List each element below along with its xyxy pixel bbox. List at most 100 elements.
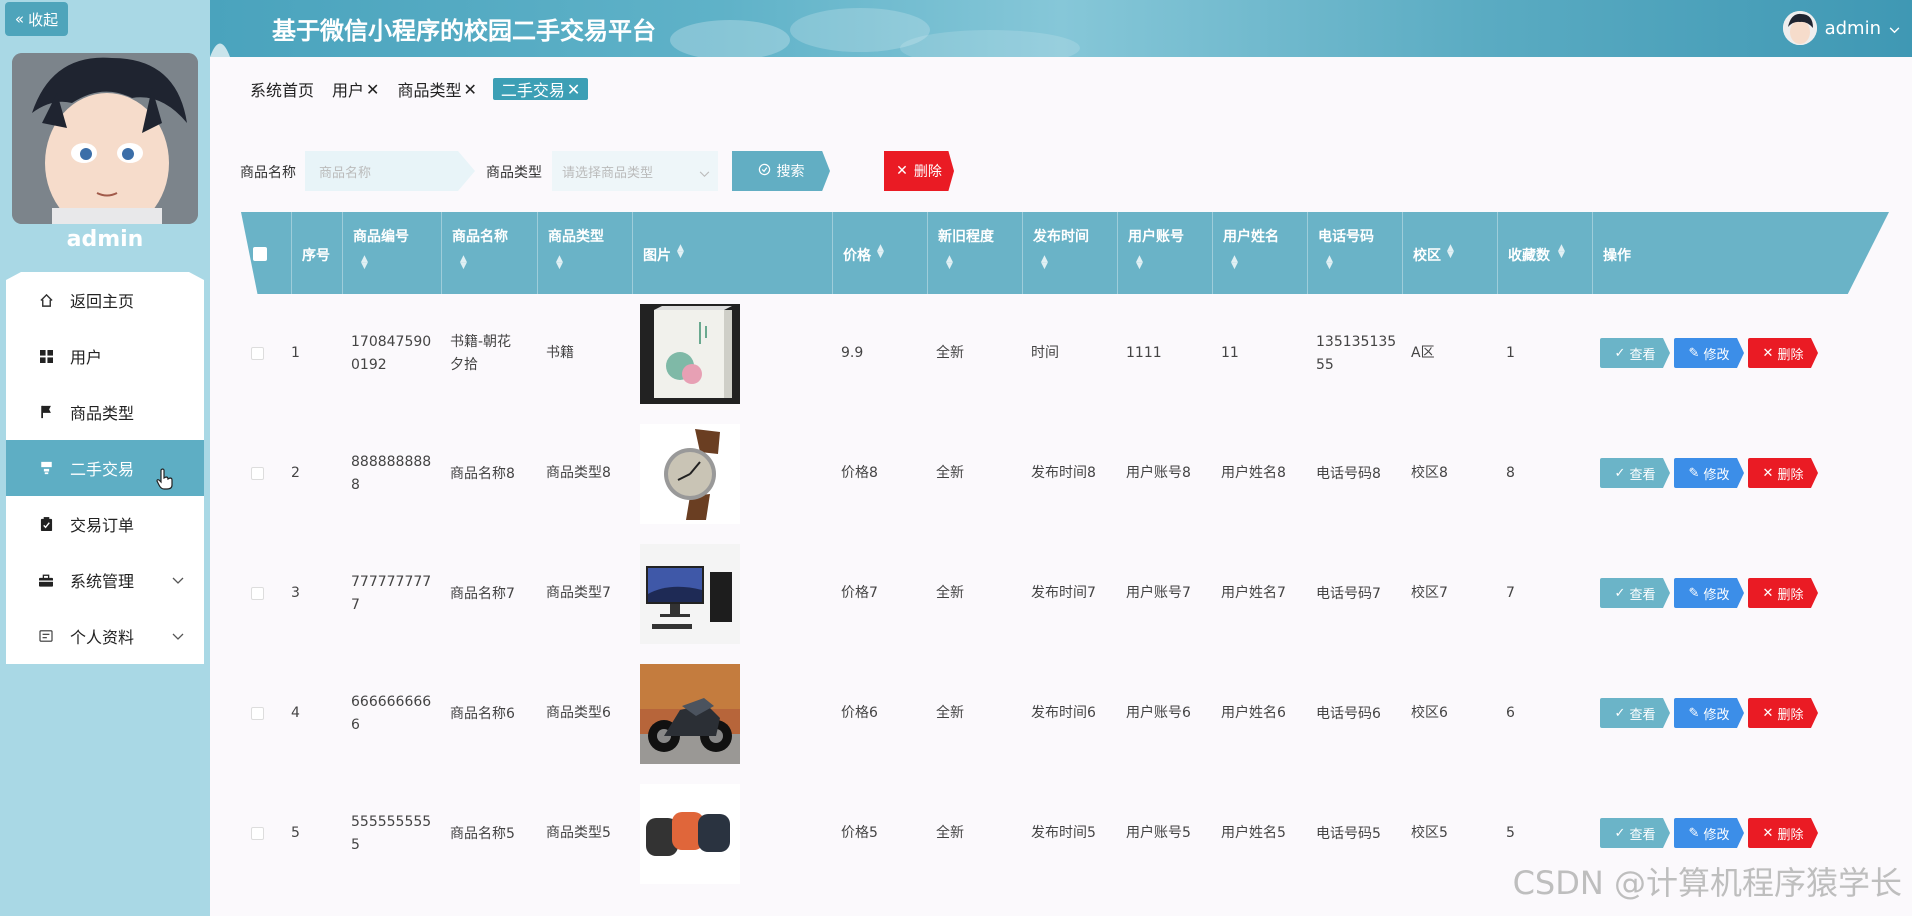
product-name-cell: 商品名称5 (450, 825, 515, 842)
sidebar-item-second-hand-trade[interactable]: 二手交易 (6, 440, 204, 496)
card-icon (38, 628, 54, 644)
sort-icon[interactable]: ▲ ▼ (1558, 244, 1565, 260)
product-name-input[interactable]: 商品名称 (305, 151, 475, 191)
double-chevron-left-icon: « (14, 10, 25, 28)
sidebar-item-users[interactable]: 用户 (6, 328, 204, 384)
product-type-select[interactable]: 请选择商品类型 (552, 151, 718, 191)
edit-button[interactable]: ✎ 修改 (1674, 578, 1744, 608)
chevron-down-icon (172, 626, 184, 645)
column-header[interactable]: 价格 ▲ ▼ (832, 212, 927, 294)
avatar (1782, 11, 1817, 45)
column-header[interactable]: 商品名称 ▲ ▼ (441, 212, 537, 294)
close-icon: ✕ (1762, 585, 1774, 601)
delete-button[interactable]: ✕ 删除 (1748, 578, 1818, 608)
view-button[interactable]: ✓ 查看 (1600, 578, 1670, 608)
column-header: 操作 (1592, 212, 1889, 294)
tab-home[interactable]: 系统首页 (248, 78, 316, 100)
sort-icon[interactable]: ▲ ▼ (361, 255, 368, 271)
search-button[interactable]: 搜索 (732, 151, 830, 191)
row-checkbox[interactable] (251, 587, 264, 600)
pencil-icon: ✎ (1688, 345, 1700, 361)
column-header[interactable]: 商品编号 ▲ ▼ (342, 212, 441, 294)
check-icon: ✓ (1614, 465, 1626, 481)
condition-cell: 全新 (936, 345, 964, 361)
favorites-cell: 7 (1506, 585, 1515, 601)
sort-icon[interactable]: ▲ ▼ (556, 255, 563, 271)
phone-cell: 电话号码7 (1316, 585, 1381, 602)
product-type-cell: 商品类型5 (546, 825, 611, 841)
close-icon[interactable]: ✕ (463, 80, 476, 99)
sort-icon[interactable]: ▲ ▼ (1231, 255, 1238, 271)
price-cell: 9.9 (841, 345, 864, 361)
view-button[interactable]: ✓ 查看 (1600, 698, 1670, 728)
edit-button[interactable]: ✎ 修改 (1674, 338, 1744, 368)
sidebar-username: admin (66, 227, 144, 252)
product-name-cell: 书籍-朝花 夕拾 (450, 334, 512, 373)
app-title: 基于微信小程序的校园二手交易平台 (272, 17, 656, 45)
user-menu[interactable]: admin (1782, 11, 1900, 45)
sort-icon[interactable]: ▲ ▼ (1326, 255, 1333, 271)
sort-icon[interactable]: ▲ ▼ (1447, 244, 1454, 260)
column-header[interactable]: 电话号码 ▲ ▼ (1307, 212, 1402, 294)
column-header[interactable]: 校区 ▲ ▼ (1402, 212, 1497, 294)
view-button[interactable]: ✓ 查看 (1600, 458, 1670, 488)
campus-cell: A区 (1411, 345, 1435, 361)
sort-icon[interactable]: ▲ ▼ (946, 255, 953, 271)
row-index: 5 (291, 825, 300, 841)
close-icon: ✕ (1762, 345, 1774, 361)
sort-icon[interactable]: ▲ ▼ (1041, 255, 1048, 271)
select-all-checkbox[interactable] (253, 247, 267, 261)
row-checkbox[interactable] (251, 827, 264, 840)
column-header[interactable]: 收藏数 ▲ ▼ (1497, 212, 1592, 294)
publish-time-cell: 发布时间8 (1031, 465, 1096, 481)
row-checkbox[interactable] (251, 467, 264, 480)
tab-second-hand-trade[interactable]: 二手交易 ✕ (492, 78, 589, 100)
edit-button[interactable]: ✎ 修改 (1674, 818, 1744, 848)
product-type-cell: 商品类型8 (546, 465, 611, 481)
sort-icon[interactable]: ▲ ▼ (877, 244, 884, 260)
delete-button[interactable]: ✕ 删除 (1748, 698, 1818, 728)
price-cell: 价格5 (841, 825, 878, 841)
column-header[interactable]: 发布时间 ▲ ▼ (1022, 212, 1117, 294)
product-type-label: 商品类型 (486, 165, 542, 181)
user-name-cell: 11 (1221, 345, 1239, 361)
sidebar-item-home[interactable]: 返回主页 (6, 272, 204, 328)
sidebar-item-system-management[interactable]: 系统管理 (6, 552, 204, 608)
check-icon: ✓ (1614, 345, 1626, 361)
tab-users[interactable]: 用户 ✕ (330, 78, 381, 101)
sidebar-item-product-types[interactable]: 商品类型 (6, 384, 204, 440)
watermark: CSDN @计算机程序猿学长 (1512, 864, 1902, 902)
column-header[interactable]: 用户账号 ▲ ▼ (1117, 212, 1212, 294)
close-icon[interactable]: ✕ (366, 80, 379, 99)
view-button[interactable]: ✓ 查看 (1600, 818, 1670, 848)
sort-icon[interactable]: ▲ ▼ (1136, 255, 1143, 271)
delete-button[interactable]: ✕ 删除 (1748, 458, 1818, 488)
sidebar-item-orders[interactable]: 交易订单 (6, 496, 204, 552)
column-header[interactable]: 用户姓名 ▲ ▼ (1212, 212, 1307, 294)
row-index: 4 (291, 705, 300, 721)
product-image (640, 784, 740, 884)
user-account-cell: 用户账号5 (1126, 825, 1191, 841)
tab-product-types[interactable]: 商品类型 ✕ (395, 78, 478, 101)
publish-time-cell: 发布时间7 (1031, 585, 1096, 601)
row-checkbox[interactable] (251, 707, 264, 720)
view-button[interactable]: ✓ 查看 (1600, 338, 1670, 368)
user-name-cell: 用户姓名7 (1221, 585, 1286, 601)
condition-cell: 全新 (936, 465, 964, 481)
batch-delete-button[interactable]: ✕ 删除 (884, 151, 954, 191)
delete-button[interactable]: ✕ 删除 (1748, 338, 1818, 368)
edit-button[interactable]: ✎ 修改 (1674, 458, 1744, 488)
sidebar-item-profile[interactable]: 个人资料 (6, 608, 204, 664)
row-checkbox[interactable] (251, 347, 264, 360)
edit-button[interactable]: ✎ 修改 (1674, 698, 1744, 728)
column-header[interactable]: 商品类型 ▲ ▼ (537, 212, 632, 294)
column-header[interactable]: 新旧程度 ▲ ▼ (927, 212, 1022, 294)
sort-icon[interactable]: ▲ ▼ (677, 244, 684, 260)
condition-cell: 全新 (936, 705, 964, 721)
collapse-button[interactable]: « 收起 (5, 2, 68, 36)
close-icon: ✕ (1762, 825, 1774, 841)
delete-button[interactable]: ✕ 删除 (1748, 818, 1818, 848)
close-icon[interactable]: ✕ (567, 80, 580, 99)
column-header[interactable]: 图片 ▲ ▼ (632, 212, 832, 294)
sort-icon[interactable]: ▲ ▼ (460, 255, 467, 271)
